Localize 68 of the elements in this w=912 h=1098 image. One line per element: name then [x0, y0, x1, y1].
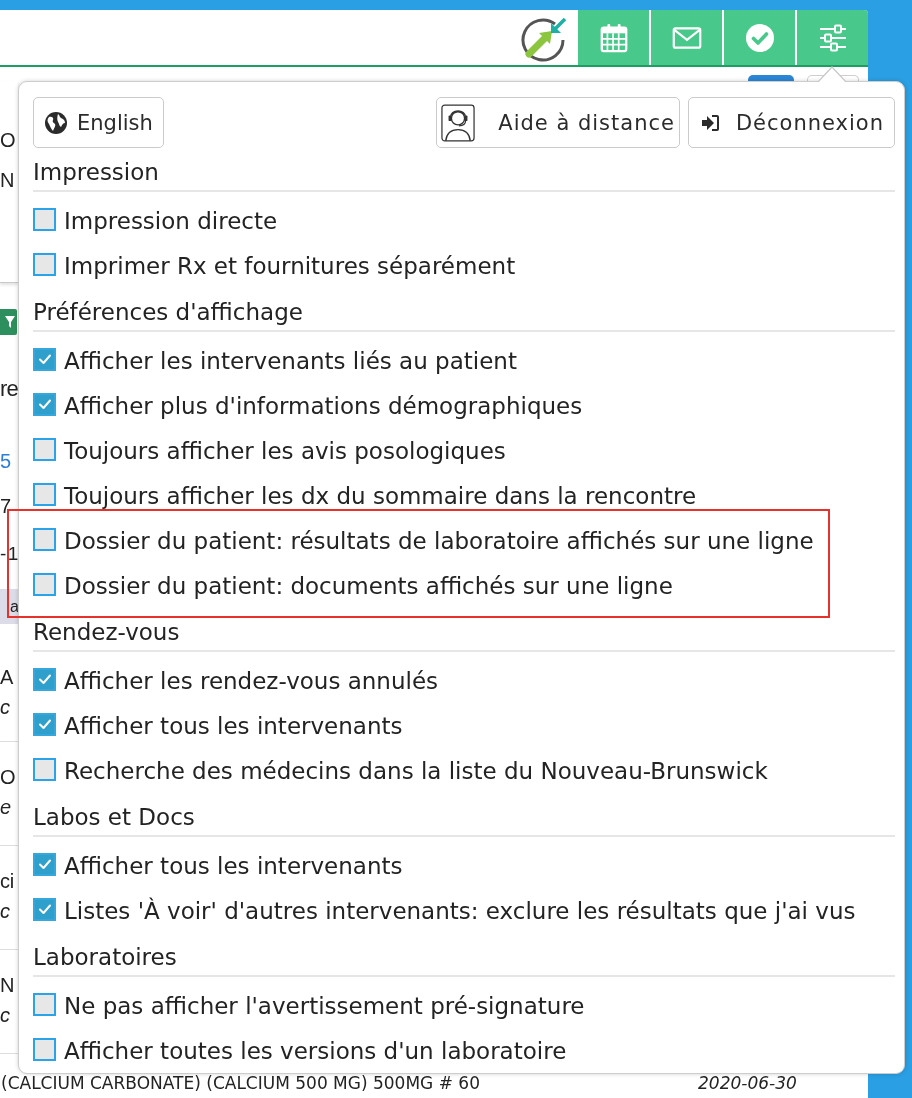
- option-label: Afficher plus d'informations démographiques: [64, 392, 583, 419]
- partial-text: O: [0, 128, 16, 153]
- checkbox[interactable]: [33, 992, 56, 1016]
- option-label: Toujours afficher les dx du sommaire dans la rencontre: [64, 482, 697, 509]
- partial-text: 7: [0, 494, 11, 519]
- option-label: Ne pas afficher l'avertissement pré-signature: [64, 992, 585, 1019]
- checkbox[interactable]: [33, 572, 56, 596]
- option-label: Afficher toutes les versions d'un laboratoire: [64, 1037, 567, 1064]
- filter-icon: [5, 315, 15, 329]
- option-label: Impression directe: [64, 207, 278, 234]
- section-heading: Labos et Docs: [33, 803, 195, 830]
- logout-button[interactable]: Déconnexion: [687, 97, 895, 148]
- toolbar-button[interactable]: [748, 75, 794, 81]
- checkbox[interactable]: [33, 347, 56, 371]
- sync-icon[interactable]: [519, 15, 567, 64]
- option-label: Afficher tous les intervenants: [64, 712, 403, 739]
- partial-text: e: [0, 795, 11, 820]
- filter-button[interactable]: [0, 309, 17, 335]
- medication-text: (CALCIUM CARBONATE) (CALCIUM 500 MG) 500MG # 60: [0, 1073, 481, 1093]
- option-label: Afficher les intervenants liés au patient: [64, 347, 517, 374]
- medication-text: O: [0, 765, 16, 790]
- checkbox[interactable]: [33, 527, 56, 551]
- checkbox[interactable]: [33, 392, 56, 416]
- date-text: 2020-06-30: [698, 1073, 797, 1093]
- checkbox[interactable]: [33, 712, 56, 736]
- option-label: Listes 'À voir' d'autres intervenants: exclure les résultats que j'ai vus: [64, 897, 856, 924]
- option-label: Imprimer Rx et fournitures séparément: [64, 252, 516, 279]
- partial-text: c: [0, 1003, 10, 1028]
- check-circle-icon: [744, 22, 775, 53]
- section-heading: Préférences d'affichage: [33, 298, 303, 325]
- checkbox[interactable]: [33, 1037, 56, 1061]
- mail-button[interactable]: [651, 10, 722, 65]
- medication-text: A: [0, 665, 14, 690]
- option-label: Dossier du patient: documents affichés sur une ligne: [64, 572, 673, 599]
- sliders-icon: [817, 22, 848, 53]
- globe-icon: [44, 110, 68, 135]
- language-button[interactable]: English: [33, 97, 164, 148]
- section-heading: Laboratoires: [33, 943, 177, 970]
- sign-out-icon: [700, 114, 719, 131]
- settings-button[interactable]: [797, 10, 868, 65]
- checkbox[interactable]: [33, 437, 56, 461]
- checkbox[interactable]: [33, 897, 56, 921]
- option-label: Dossier du patient: résultats de laboratoire affichés sur une ligne: [64, 527, 814, 554]
- partial-heading: re: [0, 375, 18, 403]
- tasks-button[interactable]: [724, 10, 795, 65]
- column-heading: a: [9, 597, 19, 616]
- partial-link[interactable]: 5: [0, 441, 11, 481]
- option-label: Afficher les rendez-vous annulés: [64, 667, 439, 694]
- section-heading: Rendez-vous: [33, 618, 180, 645]
- option-label: Recherche des médecins dans la liste du Nouveau-Brunswick: [64, 757, 768, 784]
- checkbox[interactable]: [33, 252, 56, 276]
- checkbox[interactable]: [33, 757, 56, 781]
- partial-text: c: [0, 695, 10, 720]
- medication-text: N: [0, 973, 15, 998]
- calendar-icon: [598, 22, 629, 53]
- option-label: Toujours afficher les avis posologiques: [64, 437, 506, 464]
- option-label: Afficher tous les intervenants: [64, 852, 403, 879]
- checkbox[interactable]: [33, 667, 56, 691]
- remote-help-button[interactable]: Aide à distance: [436, 97, 680, 148]
- medication-text: ci: [0, 869, 14, 894]
- partial-text: N: [0, 168, 15, 193]
- checkbox[interactable]: [33, 852, 56, 876]
- partial-text: c: [0, 899, 10, 924]
- checkbox[interactable]: [33, 207, 56, 231]
- calendar-button[interactable]: [578, 10, 649, 65]
- section-heading: Impression: [33, 158, 159, 185]
- checkbox[interactable]: [33, 482, 56, 506]
- headset-person-icon: [441, 102, 476, 143]
